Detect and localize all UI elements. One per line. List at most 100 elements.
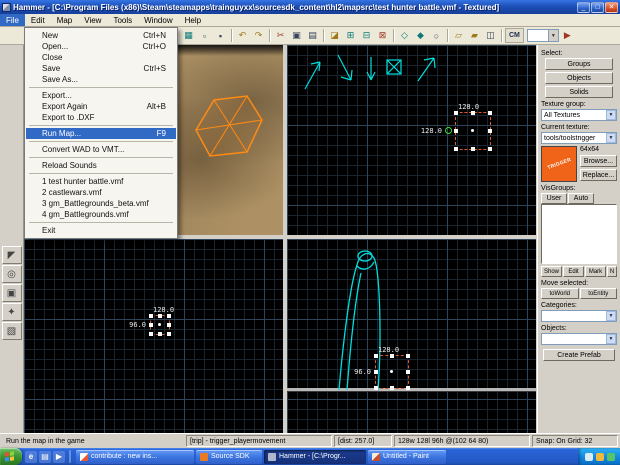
ignore-groups-icon[interactable]: ⊠: [375, 28, 390, 43]
selection-handle[interactable]: [149, 314, 153, 318]
selection-handle[interactable]: [390, 386, 394, 390]
menu-item-recent-3[interactable]: 3 gm_Battlegrounds_beta.vmf: [26, 198, 176, 209]
undo-icon[interactable]: ↶: [235, 28, 250, 43]
visgroup-tab-user[interactable]: User: [541, 193, 567, 204]
selection-handle[interactable]: [374, 386, 378, 390]
taskbar-task-hammer[interactable]: Hammer - [C:\Progr...: [264, 450, 366, 464]
selection-handle[interactable]: [374, 354, 378, 358]
selection-handle[interactable]: [167, 323, 171, 327]
create-prefab-button[interactable]: Create Prefab: [543, 349, 615, 361]
show-all-icon[interactable]: ○: [429, 28, 444, 43]
menu-help[interactable]: Help: [179, 14, 207, 26]
start-button[interactable]: [0, 448, 22, 465]
visgroup-mark-button[interactable]: Mark: [585, 266, 606, 277]
grid-smaller-icon[interactable]: ▫: [197, 28, 212, 43]
taskbar-task-source-sdk[interactable]: Source SDK: [196, 450, 262, 464]
paste-icon[interactable]: ▤: [305, 28, 320, 43]
minimize-button[interactable]: _: [577, 2, 590, 13]
selection-handle[interactable]: [471, 111, 475, 115]
menu-item-new[interactable]: NewCtrl+N: [26, 30, 176, 41]
selection-handle[interactable]: [488, 129, 492, 133]
toolbar-combo[interactable]: ▼: [527, 29, 559, 42]
menu-map[interactable]: Map: [51, 14, 79, 26]
tray-icon[interactable]: [607, 453, 615, 461]
selection-box[interactable]: 128.0 96.0: [375, 355, 409, 389]
carve-icon[interactable]: ◪: [327, 28, 342, 43]
selection-handle[interactable]: [406, 370, 410, 374]
hide-selected-icon[interactable]: ◇: [397, 28, 412, 43]
select-groups-button[interactable]: Groups: [545, 58, 613, 70]
selection-handle[interactable]: [406, 386, 410, 390]
menu-item-exit[interactable]: Exit: [26, 225, 176, 236]
entity-tool-icon[interactable]: ✦: [2, 303, 22, 321]
menu-item-recent-1[interactable]: 1 test hunter battle.vmf: [26, 176, 176, 187]
hide-unselected-icon[interactable]: ◆: [413, 28, 428, 43]
selection-handle[interactable]: [471, 147, 475, 151]
maximize-button[interactable]: □: [591, 2, 604, 13]
grid-larger-icon[interactable]: ▪: [213, 28, 228, 43]
menu-item-export-again[interactable]: Export AgainAlt+B: [26, 101, 176, 112]
menu-item-open[interactable]: Open...Ctrl+O: [26, 41, 176, 52]
tray-icon[interactable]: [596, 453, 604, 461]
selection-handle[interactable]: [149, 323, 153, 327]
tray-icon[interactable]: [585, 453, 593, 461]
menu-item-convert-wad[interactable]: Convert WAD to VMT...: [26, 144, 176, 155]
viewport-side-2d[interactable]: 128.0 96.0: [287, 239, 536, 433]
selection-handle[interactable]: [167, 314, 171, 318]
visgroup-edit-button[interactable]: Edit: [563, 266, 584, 277]
selection-handle[interactable]: [158, 332, 162, 336]
texture-group-select[interactable]: All Textures ▼: [541, 109, 617, 121]
block-tool-icon[interactable]: ▧: [2, 322, 22, 340]
selection-box[interactable]: 128.0 96.0: [150, 315, 170, 335]
selection-box[interactable]: 128.0 128.0: [455, 112, 491, 150]
ungroup-icon[interactable]: ⊟: [359, 28, 374, 43]
selection-handle[interactable]: [454, 147, 458, 151]
cut-icon[interactable]: ✂: [273, 28, 288, 43]
selection-handle[interactable]: [374, 370, 378, 374]
camera-tool-icon[interactable]: ▣: [2, 284, 22, 302]
menu-item-save[interactable]: SaveCtrl+S: [26, 63, 176, 74]
menu-window[interactable]: Window: [138, 14, 178, 26]
taskbar-task-paint[interactable]: Untitled - Paint: [368, 450, 446, 464]
browse-button[interactable]: Browse...: [580, 155, 617, 167]
viewport-top-2d[interactable]: 128.0 128.0: [287, 45, 536, 235]
move-to-entity-button[interactable]: toEntity: [580, 288, 618, 299]
selection-handle[interactable]: [390, 354, 394, 358]
select-objects-button[interactable]: Objects: [545, 72, 613, 84]
viewport-splitter-horizontal[interactable]: [287, 235, 536, 239]
internet-explorer-icon[interactable]: e: [25, 451, 37, 463]
visgroup-n-button[interactable]: N: [607, 266, 617, 277]
replace-button[interactable]: Replace...: [580, 169, 617, 181]
selection-handle[interactable]: [454, 111, 458, 115]
viewport-front-2d[interactable]: 128.0 96.0: [24, 239, 283, 433]
menu-file[interactable]: File: [0, 14, 25, 26]
menu-item-export[interactable]: Export...: [26, 90, 176, 101]
select-inside-icon[interactable]: ▰: [467, 28, 482, 43]
menu-item-reload-sounds[interactable]: Reload Sounds: [26, 160, 176, 171]
menu-tools[interactable]: Tools: [107, 14, 138, 26]
menu-item-recent-2[interactable]: 2 castlewars.vmf: [26, 187, 176, 198]
toggle-grid-icon[interactable]: ▦: [181, 28, 196, 43]
run-map-icon[interactable]: ▶: [560, 28, 575, 43]
menu-item-export-dxf[interactable]: Export to .DXF: [26, 112, 176, 123]
texture-lock-icon[interactable]: ◫: [483, 28, 498, 43]
current-texture-select[interactable]: tools/toolstrigger ▼: [541, 132, 617, 144]
menu-view[interactable]: View: [78, 14, 107, 26]
visgroups-list[interactable]: [541, 204, 617, 264]
move-to-world-button[interactable]: toWorld: [541, 288, 579, 299]
selection-handle[interactable]: [149, 332, 153, 336]
menu-item-close[interactable]: Close: [26, 52, 176, 63]
selection-handle[interactable]: [488, 111, 492, 115]
visgroup-show-button[interactable]: Show: [541, 266, 562, 277]
objects-select[interactable]: ▼: [541, 333, 617, 345]
magnify-tool-icon[interactable]: ◎: [2, 265, 22, 283]
categories-select[interactable]: ▼: [541, 310, 617, 322]
menu-edit[interactable]: Edit: [25, 14, 51, 26]
copy-icon[interactable]: ▣: [289, 28, 304, 43]
media-player-icon[interactable]: ▶: [53, 451, 65, 463]
menu-item-save-as[interactable]: Save As...: [26, 74, 176, 85]
group-icon[interactable]: ⊞: [343, 28, 358, 43]
selection-handle[interactable]: [167, 332, 171, 336]
cordon-mode-button[interactable]: CM: [505, 28, 524, 43]
taskbar-task-browser[interactable]: contribute : new ins...: [76, 450, 194, 464]
